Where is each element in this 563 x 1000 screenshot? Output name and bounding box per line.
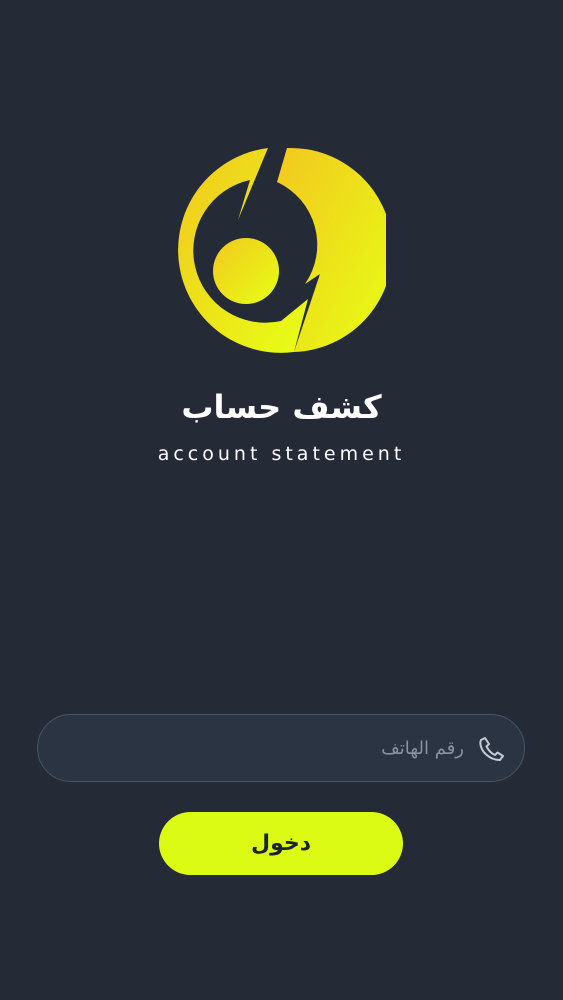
circular-gradient-logo-icon: [178, 147, 386, 353]
phone-field[interactable]: [37, 714, 525, 782]
app-logo: [178, 147, 386, 353]
phone-icon: [479, 737, 504, 761]
app-title-arabic: كشف حساب: [181, 388, 382, 426]
login-button[interactable]: دخول: [159, 812, 403, 875]
app-title-english: account statement: [157, 443, 406, 465]
phone-input[interactable]: [62, 715, 466, 782]
